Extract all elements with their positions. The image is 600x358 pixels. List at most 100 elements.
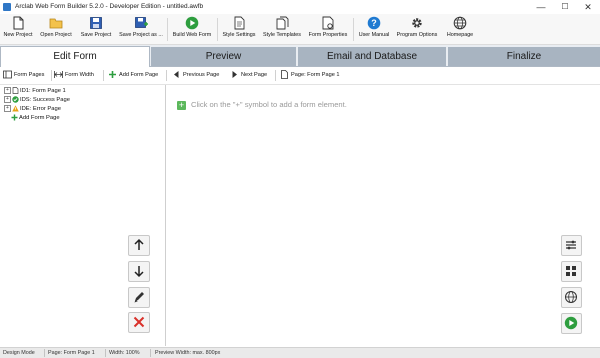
form-pages-button[interactable]: Form Pages [3, 70, 44, 81]
add-form-page-label: Add Form Page [119, 72, 159, 78]
build-web-form-button[interactable]: Build Web Form [170, 16, 214, 43]
edit-button[interactable] [128, 287, 150, 308]
list-settings-icon [566, 240, 576, 250]
save-project-as-label: Save Project as ... [119, 32, 163, 38]
new-project-button[interactable]: New Project [2, 16, 34, 43]
element-list-button[interactable] [561, 235, 582, 256]
tree-item-label: ID1: Form Page 1 [20, 88, 66, 95]
page-icon [281, 70, 288, 79]
arrow-right-icon [232, 71, 237, 79]
tree-item-success-page[interactable]: + IDS: Success Page [4, 96, 70, 105]
check-circle-icon [12, 96, 19, 103]
next-page-button[interactable]: Next Page [230, 70, 267, 81]
expand-icon[interactable]: + [4, 87, 11, 94]
width-icon [54, 71, 63, 79]
main-toolbar: New Project Open Project Save Project Sa… [0, 14, 600, 45]
next-page-label: Next Page [241, 72, 268, 78]
page-toolbar: Form Pages Form Width Add Form Page Prev… [0, 67, 600, 85]
program-options-button[interactable]: Program Options [395, 16, 439, 43]
status-preview-width: Preview Width: max. 800px [155, 350, 221, 356]
delete-button[interactable] [128, 312, 150, 333]
homepage-label: Homepage [446, 32, 474, 38]
form-pages-panel: + ID1: Form Page 1 + IDS: Success Page + ID… [0, 85, 166, 346]
homepage-button[interactable]: Homepage [443, 16, 477, 43]
pages-icon [3, 70, 12, 79]
status-mode: Design Mode [3, 350, 35, 356]
close-button[interactable]: ✕ [577, 1, 599, 13]
status-page: Page: Form Page 1 [48, 350, 95, 356]
stylesheet-icon [234, 16, 245, 30]
folder-icon [49, 18, 63, 29]
previous-page-button[interactable]: Previous Page [172, 70, 219, 81]
save-project-label: Save Project [80, 32, 112, 38]
help-icon: ? [367, 16, 381, 30]
globe-icon [453, 16, 467, 30]
title-bar: Arclab Web Form Builder 5.2.0 - Develope… [0, 0, 600, 15]
move-down-button[interactable] [128, 261, 150, 282]
new-document-icon [13, 16, 24, 30]
open-project-button[interactable]: Open Project [38, 16, 74, 43]
plus-icon [109, 71, 116, 79]
gear-icon [412, 18, 422, 28]
form-width-button[interactable]: Form Width [54, 70, 94, 81]
current-page-label: Page: Form Page 1 [291, 72, 340, 78]
tree-item-add-form-page[interactable]: Add Form Page [11, 114, 60, 123]
editor-hint: Click on the "+" symbol to add a form el… [191, 100, 347, 109]
toolbar-divider [353, 18, 354, 41]
warning-icon [12, 105, 19, 112]
expand-icon[interactable]: + [4, 96, 11, 103]
tab-email-and-database[interactable]: Email and Database [298, 47, 446, 66]
program-options-label: Program Options [396, 32, 438, 38]
arrow-left-icon [174, 71, 179, 79]
tree-item-form-page-1[interactable]: + ID1: Form Page 1 [4, 87, 66, 96]
run-preview-button[interactable] [561, 313, 582, 334]
subbar-divider [103, 70, 104, 81]
status-divider [105, 349, 106, 357]
subbar-divider [166, 70, 167, 81]
status-divider [44, 349, 45, 357]
form-width-label: Form Width [65, 72, 94, 78]
delete-x-icon [133, 316, 145, 328]
user-manual-button[interactable]: ? User Manual [356, 16, 392, 43]
web-settings-button[interactable] [561, 287, 582, 308]
play-icon [185, 16, 199, 30]
tab-preview[interactable]: Preview [151, 47, 296, 66]
maximize-button[interactable]: ☐ [554, 1, 576, 13]
globe-gear-icon [565, 291, 577, 303]
tab-finalize[interactable]: Finalize [448, 47, 600, 66]
tree-item-label: IDE: Error Page [20, 106, 61, 113]
templates-icon [276, 16, 289, 30]
form-properties-label: Form Properties [308, 32, 348, 38]
style-settings-label: Style Settings [222, 32, 256, 38]
save-project-as-button[interactable]: Save Project as ... [117, 16, 165, 43]
style-settings-button[interactable]: Style Settings [220, 16, 258, 43]
tree-item-label: Add Form Page [19, 115, 60, 122]
save-project-button[interactable]: Save Project [78, 16, 114, 43]
form-editor [166, 85, 600, 346]
current-page-indicator: Page: Form Page 1 [280, 70, 340, 81]
tab-bar: Edit Form Preview Email and Database Fin… [0, 45, 600, 67]
user-manual-label: User Manual [358, 32, 390, 38]
style-templates-button[interactable]: Style Templates [261, 16, 303, 43]
grid-view-button[interactable] [561, 261, 582, 282]
tree-item-label: IDS: Success Page [20, 97, 70, 104]
move-up-button[interactable] [128, 235, 150, 256]
toolbar-divider [167, 18, 168, 41]
toolbar-divider [217, 18, 218, 41]
tab-edit-form[interactable]: Edit Form [0, 46, 150, 67]
form-properties-button[interactable]: Form Properties [306, 16, 350, 43]
arrow-up-icon [134, 238, 144, 250]
minimize-button[interactable]: — [530, 1, 552, 13]
add-element-plus-icon[interactable]: + [177, 101, 186, 110]
svg-text:?: ? [371, 18, 377, 28]
status-bar: Design Mode Page: Form Page 1 Width: 100… [0, 347, 600, 358]
page-icon [12, 87, 19, 94]
expand-icon[interactable]: + [4, 105, 11, 112]
previous-page-label: Previous Page [183, 72, 220, 78]
form-pages-label: Form Pages [14, 72, 45, 78]
add-form-page-button[interactable]: Add Form Page [108, 70, 158, 81]
grid-icon [566, 266, 576, 276]
app-icon [3, 3, 11, 11]
subbar-divider [275, 70, 276, 81]
tree-item-error-page[interactable]: + IDE: Error Page [4, 105, 61, 114]
